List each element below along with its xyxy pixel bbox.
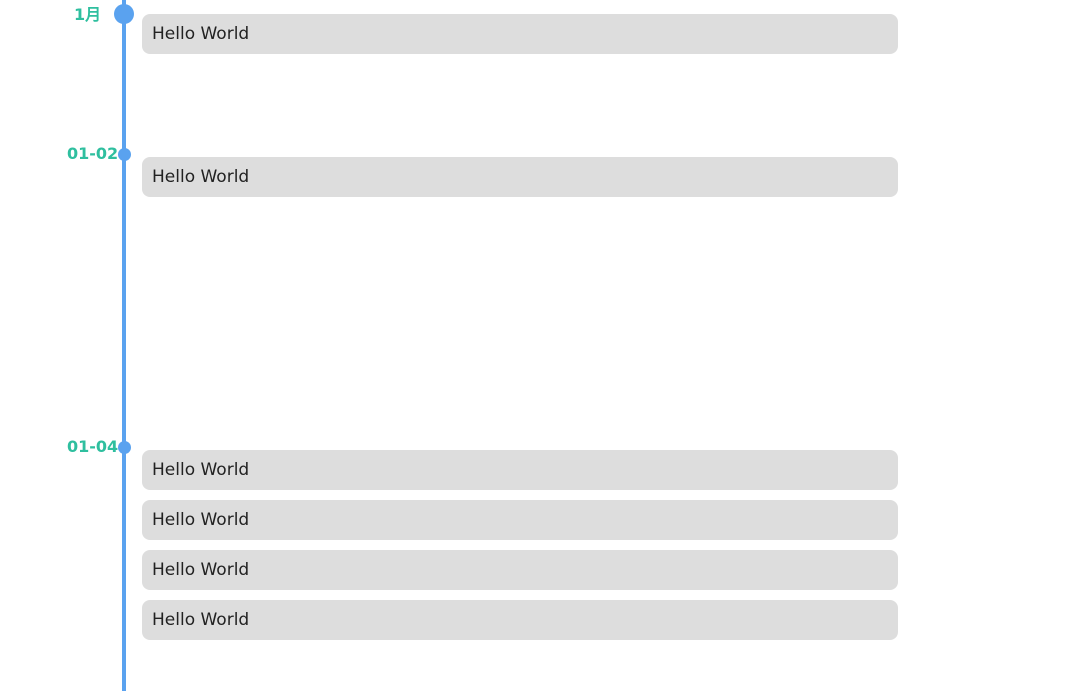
timeline-event-card[interactable]: Hello World xyxy=(142,450,898,490)
timeline-event-card[interactable]: Hello World xyxy=(142,600,898,640)
timeline-event-card[interactable]: Hello World xyxy=(142,550,898,590)
timeline-date-marker xyxy=(117,147,131,161)
timeline-event-card[interactable]: Hello World xyxy=(142,157,898,197)
timeline-event-card[interactable]: Hello World xyxy=(142,500,898,540)
timeline-month-marker xyxy=(114,4,134,24)
timeline-axis-line xyxy=(122,0,126,691)
timeline: 1月 Hello World 01-02 Hello World 01-04 H… xyxy=(0,0,1070,691)
timeline-date-label: 01-04 xyxy=(67,437,119,456)
timeline-event-card[interactable]: Hello World xyxy=(142,14,898,54)
timeline-month-label: 1月 xyxy=(74,5,102,24)
timeline-date-label: 01-02 xyxy=(67,144,119,163)
timeline-date-marker xyxy=(117,440,131,454)
